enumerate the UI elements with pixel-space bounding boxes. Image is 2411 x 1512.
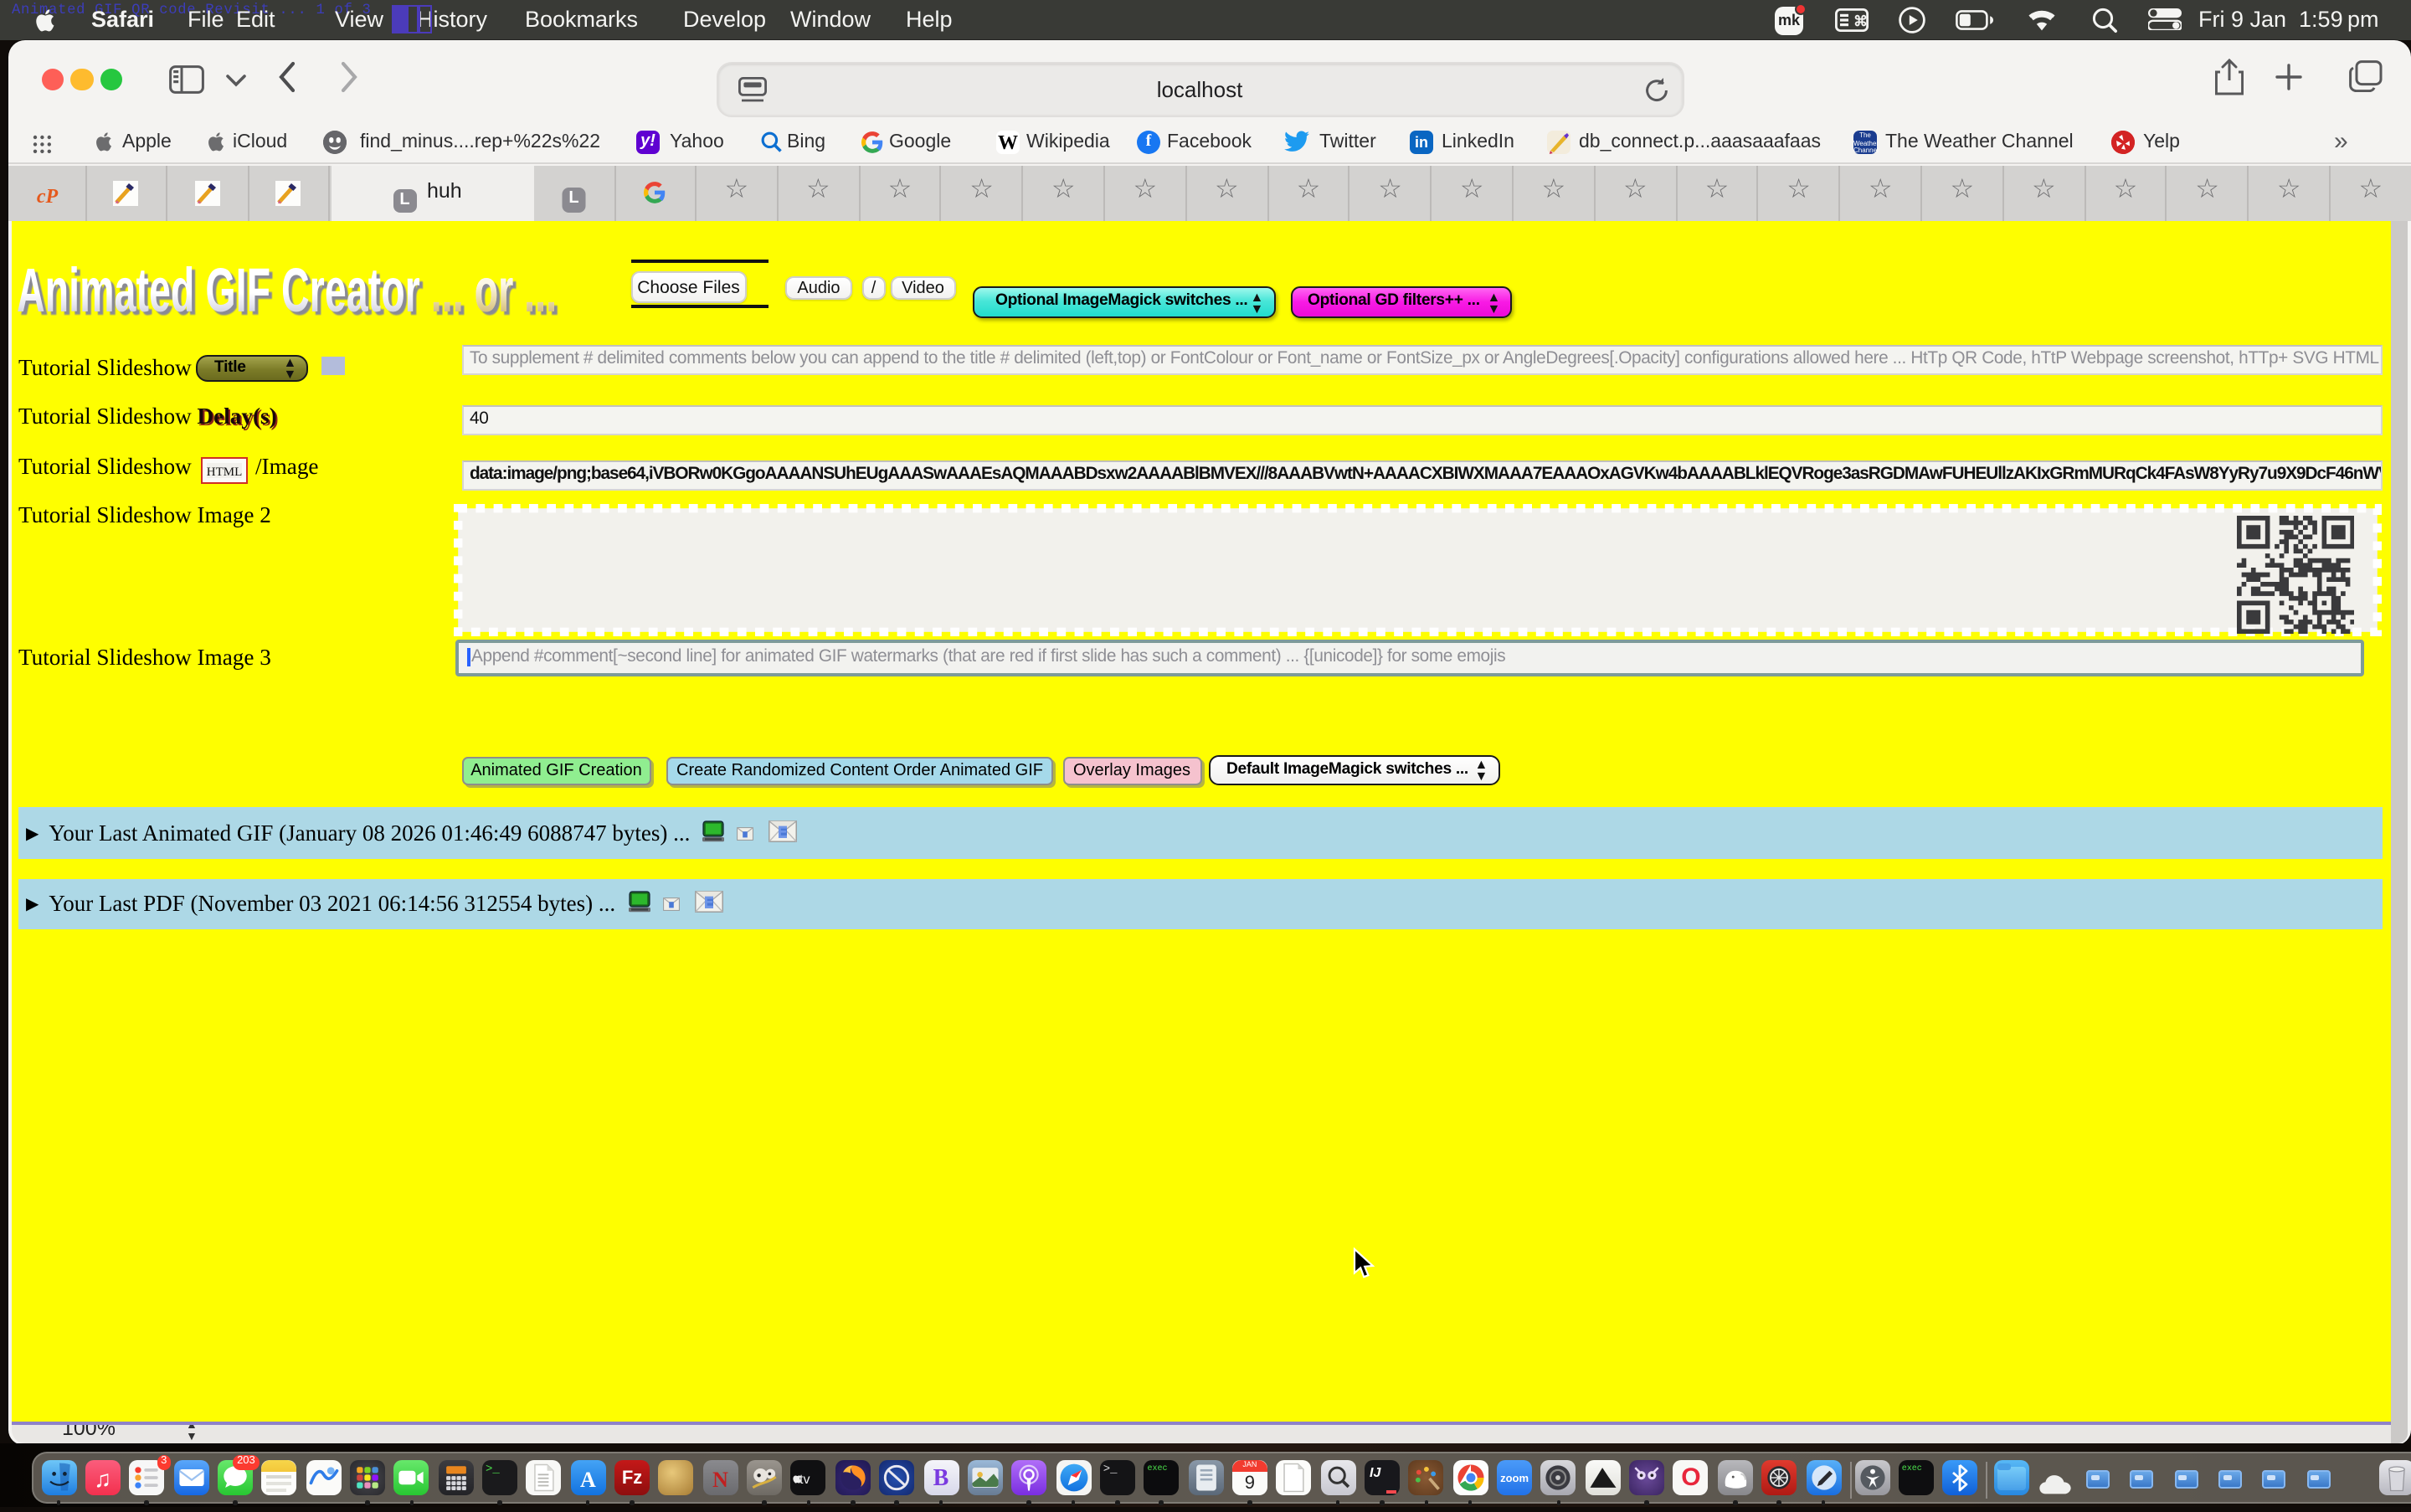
svg-text:⌘: ⌘ — [1853, 13, 1868, 29]
svg-text:tv: tv — [800, 1473, 810, 1487]
